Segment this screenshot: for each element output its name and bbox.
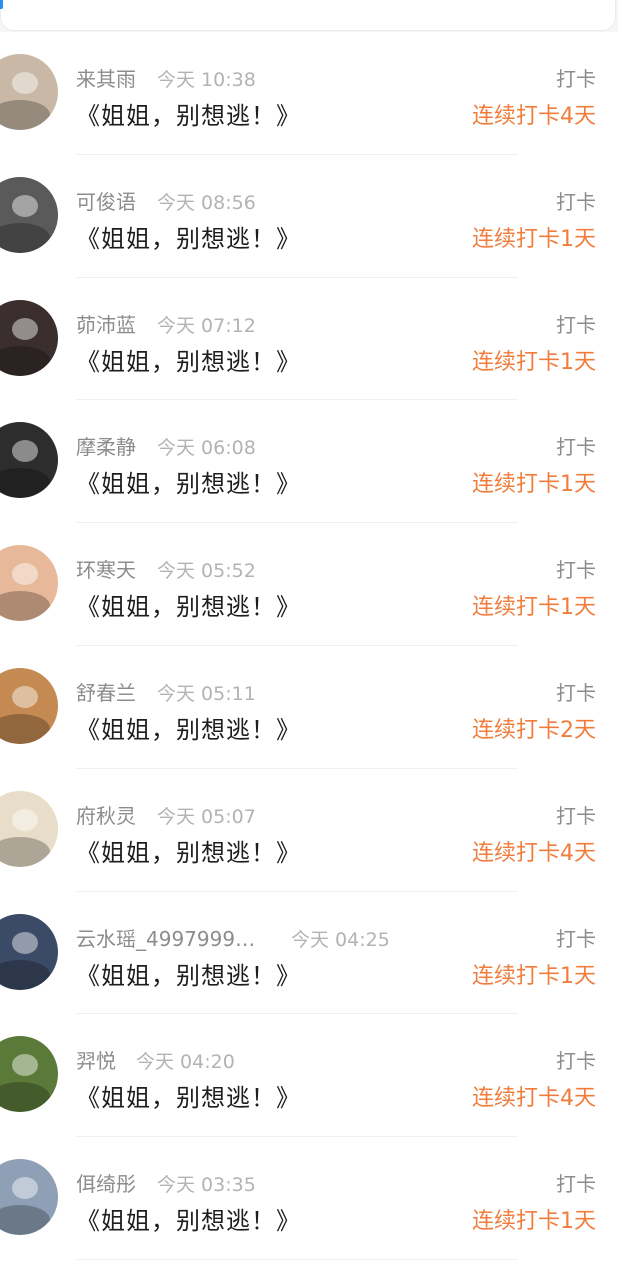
streak-label: 连续打卡1天 <box>472 595 596 621</box>
user-name[interactable]: 羿悦 <box>76 1045 116 1074</box>
list-item[interactable]: 来其雨 今天 10:38 《姐姐，别想逃！》 打卡连续打卡4天 <box>0 32 618 155</box>
user-name[interactable]: 佴绮彤 <box>76 1168 136 1197</box>
user-name[interactable]: 云水瑶_4997999… <box>76 923 255 952</box>
book-title[interactable]: 《姐姐，别想逃！》 <box>76 1201 301 1236</box>
avatar[interactable] <box>0 422 58 499</box>
avatar[interactable] <box>0 299 58 376</box>
list-item[interactable]: 环寒天 今天 05:52 《姐姐，别想逃！》 打卡连续打卡1天 <box>0 523 618 646</box>
post-time: 今天 07:12 <box>157 314 256 337</box>
checkin-tag: 打卡 <box>556 67 596 91</box>
checkin-list-screen: 来其雨 今天 10:38 《姐姐，别想逃！》 打卡 连续打卡4天 可俊语 今天 08:56 《… <box>0 0 618 1280</box>
avatar[interactable] <box>0 790 58 867</box>
avatar[interactable] <box>0 176 58 253</box>
checkin-tag: 打卡 <box>556 1049 596 1074</box>
top-card <box>0 0 616 31</box>
streak-label: 连续打卡4天 <box>472 840 596 866</box>
streak-label: 连续打卡1天 <box>472 963 596 989</box>
avatar[interactable] <box>0 1036 58 1113</box>
book-title[interactable]: 《姐姐，别想逃！》 <box>76 833 301 868</box>
list-item[interactable]: 可俊语 今天 08:56 《姐姐，别想逃！》 打卡连续打卡1天 <box>0 155 618 278</box>
checkin-tag: 打卡 <box>556 1172 596 1197</box>
list-item[interactable]: 佴绮彤 今天 03:35 《姐姐，别想逃！》 打卡连续打卡1天 <box>0 1137 618 1260</box>
checkin-tag: 打卡 <box>556 312 596 337</box>
user-name[interactable]: 摩柔静 <box>76 431 136 460</box>
list-item[interactable]: 舒春兰 今天 05:11 《姐姐，别想逃！》 打卡连续打卡2天 <box>0 646 618 769</box>
avatar[interactable] <box>0 545 58 622</box>
checkin-tag: 打卡 <box>556 189 596 214</box>
post-time: 今天 04:25 <box>291 928 390 951</box>
streak-label: 连续打卡1天 <box>472 1209 596 1235</box>
streak-label: 连续打卡1天 <box>472 472 596 498</box>
post-time: 今天 08:56 <box>157 191 256 214</box>
streak-label: 连续打卡4天 <box>472 104 596 129</box>
avatar[interactable] <box>0 667 58 744</box>
post-time: 今天 10:38 <box>157 69 256 91</box>
list-item[interactable]: 府秋灵 今天 05:07 《姐姐，别想逃！》 打卡连续打卡4天 <box>0 769 618 892</box>
post-time: 今天 03:35 <box>157 1174 256 1197</box>
list-item[interactable]: 茆沛蓝 今天 07:12 《姐姐，别想逃！》 打卡连续打卡1天 <box>0 278 618 401</box>
book-title[interactable]: 《姐姐，别想逃！》 <box>76 710 301 745</box>
checkin-list: 来其雨 今天 10:38 《姐姐，别想逃！》 打卡 连续打卡4天 可俊语 今天 08:56 《… <box>0 32 618 1260</box>
checkin-tag: 打卡 <box>556 926 596 951</box>
user-name[interactable]: 舒春兰 <box>76 677 136 706</box>
top-strip <box>0 0 618 32</box>
book-title[interactable]: 《姐姐，别想逃！》 <box>76 464 301 499</box>
post-time: 今天 05:52 <box>157 560 256 583</box>
streak-label: 连续打卡1天 <box>472 349 596 375</box>
checkin-tag: 打卡 <box>556 803 596 828</box>
post-time: 今天 06:08 <box>157 437 256 460</box>
post-time: 今天 05:07 <box>157 805 256 828</box>
checkin-tag: 打卡 <box>556 680 596 705</box>
list-item[interactable]: 摩柔静 今天 06:08 《姐姐，别想逃！》 打卡连续打卡1天 <box>0 400 618 524</box>
user-name[interactable]: 来其雨 <box>76 63 136 92</box>
row-divider <box>76 1258 518 1260</box>
streak-label: 连续打卡2天 <box>472 717 596 743</box>
list-item[interactable]: 羿悦 今天 04:20 《姐姐，别想逃！》 打卡连续打卡4天 <box>0 1014 618 1138</box>
book-title[interactable]: 《姐姐，别想逃！》 <box>76 956 301 991</box>
user-name[interactable]: 茆沛蓝 <box>76 309 136 338</box>
book-title[interactable]: 《姐姐，别想逃！》 <box>76 219 301 254</box>
user-name[interactable]: 环寒天 <box>76 554 136 583</box>
avatar[interactable] <box>0 54 58 130</box>
book-title[interactable]: 《姐姐，别想逃！》 <box>76 342 301 377</box>
user-name[interactable]: 府秋灵 <box>76 800 136 829</box>
streak-label: 连续打卡4天 <box>472 1086 596 1112</box>
user-name[interactable]: 可俊语 <box>76 186 136 215</box>
avatar[interactable] <box>0 913 58 990</box>
checkin-tag: 打卡 <box>556 435 596 460</box>
top-accent <box>0 0 3 9</box>
post-time: 今天 05:11 <box>157 682 256 705</box>
checkin-tag: 打卡 <box>556 558 596 583</box>
book-title[interactable]: 《姐姐，别想逃！》 <box>76 1078 301 1113</box>
list-item[interactable]: 云水瑶_4997999… 今天 04:25 《姐姐，别想逃！》 打卡连续打卡1天 <box>0 892 618 1015</box>
book-title[interactable]: 《姐姐，别想逃！》 <box>76 587 301 622</box>
avatar[interactable] <box>0 1159 58 1236</box>
book-title[interactable]: 《姐姐，别想逃！》 <box>76 96 301 131</box>
post-time: 今天 04:20 <box>136 1051 235 1074</box>
streak-label: 连续打卡1天 <box>472 226 596 252</box>
